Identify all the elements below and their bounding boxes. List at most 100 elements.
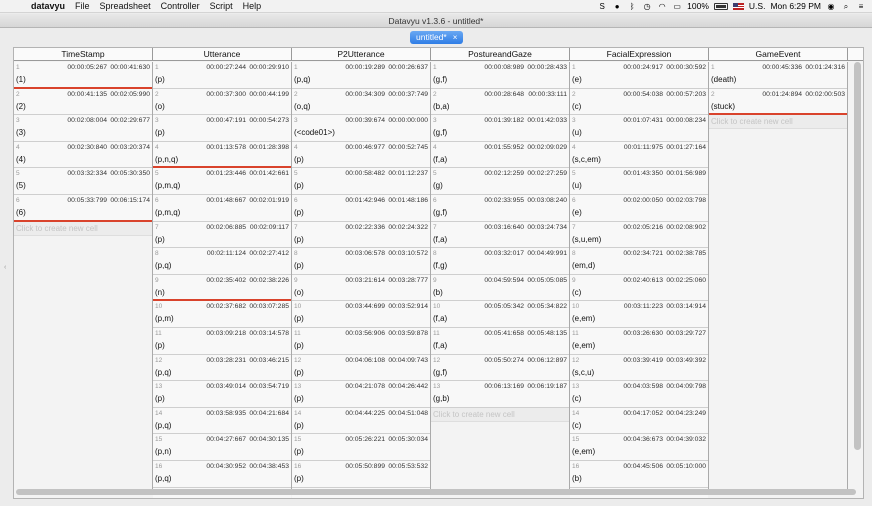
cell-value[interactable]: (f,a) [433, 314, 447, 323]
cell-value[interactable]: (6) [16, 208, 26, 217]
wifi-icon[interactable]: ◠ [657, 2, 667, 11]
cell-value[interactable]: (stuck) [711, 102, 735, 111]
cell-value[interactable]: (f,a) [433, 155, 447, 164]
cell-offset[interactable]: 00:04:09:743 [388, 357, 428, 364]
cell-offset[interactable]: 00:02:38:226 [249, 277, 289, 284]
cell-offset[interactable]: 00:02:27:259 [527, 170, 567, 177]
data-cell[interactable]: 7 00:02:22:336 00:02:24:322 (p) [292, 221, 430, 249]
create-new-cell-hint[interactable]: Click to create new cell [431, 407, 569, 422]
cell-onset[interactable]: 00:03:56:906 [345, 330, 385, 337]
column-header-utterance[interactable]: Utterance [153, 48, 292, 61]
cell-onset[interactable]: 00:03:32:334 [67, 170, 107, 177]
cell-onset[interactable]: 00:01:39:182 [484, 117, 524, 124]
cell-value[interactable]: (f,a) [433, 235, 447, 244]
cell-onset[interactable]: 00:02:37:682 [206, 303, 246, 310]
cell-offset[interactable]: 00:02:24:322 [388, 224, 428, 231]
data-cell[interactable]: 6 00:05:33:799 00:06:15:174 (6) [14, 194, 152, 222]
data-cell[interactable]: 1 00:00:08:989 00:00:28:433 (g,f) [431, 62, 569, 89]
cell-onset[interactable]: 00:04:45:506 [623, 463, 663, 470]
data-cell[interactable]: 6 00:02:33:955 00:03:08:240 (g,f) [431, 194, 569, 222]
data-cell[interactable]: 11 00:05:41:658 00:05:48:135 (f,a) [431, 327, 569, 355]
cell-onset[interactable]: 00:01:11:975 [624, 144, 663, 151]
cell-onset[interactable]: 00:00:45:336 [762, 64, 802, 71]
data-cell[interactable]: 4 00:01:11:975 00:01:27:164 (s,c,em) [570, 141, 708, 169]
cell-offset[interactable]: 00:04:38:453 [249, 463, 289, 470]
cell-onset[interactable]: 00:01:55:952 [484, 144, 524, 151]
cell-onset[interactable]: 00:04:03:598 [623, 383, 663, 390]
cell-value[interactable]: (e,em) [572, 447, 595, 456]
cell-offset[interactable]: 00:06:15:174 [110, 197, 150, 204]
menu-script[interactable]: Script [205, 1, 238, 11]
cell-onset[interactable]: 00:00:47:191 [206, 117, 246, 124]
cell-value[interactable]: (g,b) [433, 394, 449, 403]
cell-offset[interactable]: 00:04:21:684 [249, 410, 289, 417]
data-cell[interactable]: 14 00:03:58:935 00:04:21:684 (p,q) [153, 407, 291, 435]
data-cell[interactable]: 10 00:03:11:223 00:03:14:914 (e,em) [570, 301, 708, 328]
spotlight-search-icon[interactable]: ⌕ [841, 2, 851, 11]
cell-offset[interactable]: 00:03:49:392 [666, 357, 706, 364]
cell-onset[interactable]: 00:00:27:244 [206, 64, 246, 71]
data-cell[interactable]: 10 00:03:44:699 00:03:52:914 (p) [292, 301, 430, 328]
data-cell[interactable]: 11 00:03:26:630 00:03:29:727 (e,em) [570, 327, 708, 355]
menu-controller[interactable]: Controller [156, 1, 205, 11]
data-cell[interactable]: 10 00:05:05:342 00:05:34:822 (f,a) [431, 301, 569, 328]
cell-offset[interactable]: 00:02:03:798 [666, 197, 706, 204]
cell-onset[interactable]: 00:02:40:613 [623, 277, 663, 284]
cell-onset[interactable]: 00:03:32:017 [484, 250, 524, 257]
cell-value[interactable]: (p,q) [155, 421, 171, 430]
cell-onset[interactable]: 00:01:23:446 [206, 170, 246, 177]
cell-onset[interactable]: 00:00:54:038 [623, 91, 663, 98]
cell-offset[interactable]: 00:00:57:203 [666, 91, 706, 98]
airplay-icon[interactable]: ▭ [672, 2, 682, 11]
cell-onset[interactable]: 00:02:30:840 [67, 144, 107, 151]
cell-offset[interactable]: 00:02:09:029 [527, 144, 567, 151]
cell-onset[interactable]: 00:01:07:431 [623, 117, 663, 124]
data-cell[interactable]: 4 00:02:30:840 00:03:20:374 (4) [14, 141, 152, 169]
cell-onset[interactable]: 00:01:48:667 [206, 197, 246, 204]
data-cell[interactable]: 2 00:00:37:300 00:00:44:199 (o) [153, 88, 291, 116]
data-cell[interactable]: 5 00:01:23:446 00:01:42:661 (p,m,q) [153, 168, 291, 195]
cell-offset[interactable]: 00:03:14:914 [666, 303, 706, 310]
data-cell[interactable]: 5 00:02:12:259 00:02:27:259 (g) [431, 168, 569, 195]
data-cell[interactable]: 3 00:01:07:431 00:00:08:234 (u) [570, 115, 708, 142]
cell-onset[interactable]: 00:03:44:699 [345, 303, 385, 310]
cell-onset[interactable]: 00:05:05:342 [484, 303, 524, 310]
cell-offset[interactable]: 00:06:12:897 [527, 357, 567, 364]
data-cell[interactable]: 13 00:04:21:078 00:04:26:442 (p) [292, 381, 430, 408]
cell-offset[interactable]: 00:03:59:878 [388, 330, 428, 337]
cell-onset[interactable]: 00:01:24:894 [762, 91, 802, 98]
cell-value[interactable]: (p) [294, 394, 304, 403]
cell-onset[interactable]: 00:04:06:108 [345, 357, 385, 364]
cell-value[interactable]: (p) [294, 155, 304, 164]
cell-onset[interactable]: 00:02:00:050 [623, 197, 663, 204]
cell-offset[interactable]: 00:01:12:237 [388, 170, 428, 177]
cell-value[interactable]: (u) [572, 181, 582, 190]
input-locale[interactable]: U.S. [749, 1, 766, 11]
data-cell[interactable]: 3 00:01:39:182 00:01:42:033 (g,f) [431, 115, 569, 142]
battery-icon[interactable] [713, 2, 728, 10]
menu-help[interactable]: Help [238, 1, 267, 11]
cell-offset[interactable]: 00:02:05:990 [110, 91, 150, 98]
data-cell[interactable]: 7 00:02:06:885 00:02:09:117 (p) [153, 221, 291, 249]
cell-offset[interactable]: 00:02:00:503 [805, 91, 845, 98]
horizontal-scrollbar[interactable] [16, 489, 856, 495]
cell-onset[interactable]: 00:03:11:223 [624, 303, 663, 310]
cell-value[interactable]: (p) [294, 314, 304, 323]
cell-value[interactable]: (s,u,em) [572, 235, 601, 244]
cell-onset[interactable]: 00:04:27:667 [206, 436, 246, 443]
cell-offset[interactable]: 00:00:08:234 [666, 117, 706, 124]
cell-onset[interactable]: 00:02:06:885 [206, 224, 246, 231]
cell-onset[interactable]: 00:00:37:300 [206, 91, 246, 98]
cell-value[interactable]: (5) [16, 181, 26, 190]
cell-value[interactable]: (<code01>) [294, 128, 335, 137]
cell-value[interactable]: (f,g) [433, 261, 447, 270]
cell-onset[interactable]: 00:03:21:614 [345, 277, 385, 284]
cell-value[interactable]: (p) [155, 128, 165, 137]
cell-offset[interactable]: 00:05:05:085 [527, 277, 567, 284]
cell-onset[interactable]: 00:02:12:259 [484, 170, 524, 177]
cell-offset[interactable]: 00:03:20:374 [110, 144, 150, 151]
data-cell[interactable]: 12 00:03:28:231 00:03:46:215 (p,q) [153, 354, 291, 382]
data-cell[interactable]: 15 00:04:36:673 00:04:39:032 (e,em) [570, 434, 708, 461]
us-flag-icon[interactable] [732, 2, 744, 10]
cell-onset[interactable]: 00:00:19:289 [345, 64, 385, 71]
